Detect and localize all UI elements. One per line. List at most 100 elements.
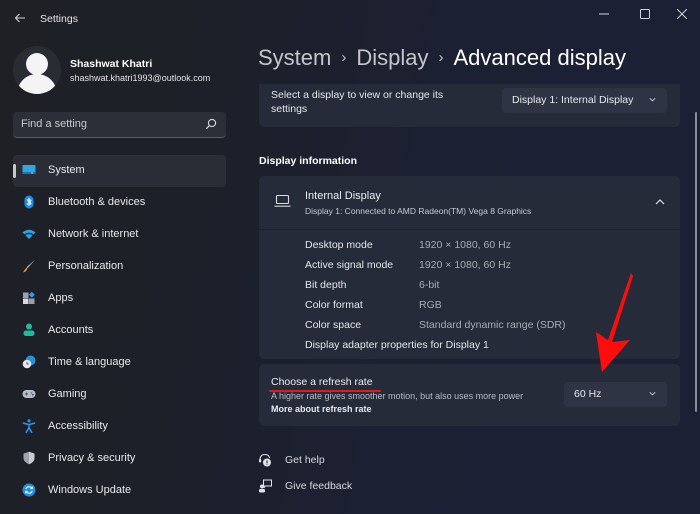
info-row: Active signal mode 1920 × 1080, 60 Hz (305, 256, 665, 276)
maximize-icon (640, 9, 650, 19)
refresh-rate-learn-more-link[interactable]: More about refresh rate (271, 404, 372, 414)
bluetooth-icon (24, 195, 34, 209)
refresh-rate-card: Choose a refresh rate A higher rate give… (259, 364, 680, 426)
profile-email: shashwat.khatri1993@outlook.com (70, 73, 211, 83)
display-info-card: Internal Display Display 1: Connected to… (259, 176, 680, 359)
info-value: Standard dynamic range (SDR) (419, 319, 566, 331)
section-title-display-information: Display information (259, 155, 358, 167)
avatar (13, 46, 61, 94)
give-feedback-label: Give feedback (285, 480, 353, 492)
refresh-rate-title: Choose a refresh rate (271, 376, 373, 388)
search-input[interactable] (21, 118, 201, 130)
select-display-label: Select a display to view or change its s… (271, 89, 444, 115)
sidebar-item-gaming[interactable]: Gaming (13, 379, 226, 411)
sidebar-item-network[interactable]: Network & internet (13, 219, 226, 251)
chevron-down-icon (649, 391, 656, 396)
select-display-card: Select a display to view or change its s… (259, 84, 680, 127)
display-dropdown-value: Display 1: Internal Display (512, 94, 634, 106)
sidebar-item-label: Windows Update (48, 484, 132, 496)
back-button[interactable] (10, 8, 30, 28)
refresh-rate-value: 60 Hz (574, 388, 602, 400)
update-icon (22, 483, 36, 497)
sidebar-item-time-language[interactable]: Time & language (13, 347, 226, 379)
feedback-icon (259, 479, 272, 493)
page-title: Advanced display (453, 45, 626, 70)
info-value: 1920 × 1080, 60 Hz (419, 259, 511, 271)
chevron-down-icon (649, 97, 656, 102)
display-connection: Display 1: Connected to AMD Radeon(TM) V… (305, 206, 532, 216)
info-value: 6-bit (419, 279, 440, 291)
help-icon (259, 453, 271, 467)
scrollbar[interactable] (695, 112, 697, 412)
info-key: Desktop mode (305, 239, 373, 251)
app-title: Settings (40, 13, 78, 25)
breadcrumb-system[interactable]: System (258, 45, 331, 70)
info-value: 1920 × 1080, 60 Hz (419, 239, 511, 251)
display-name: Internal Display (305, 190, 381, 202)
info-row: Display adapter properties for Display 1 (305, 336, 665, 356)
user-profile[interactable]: Shashwat Khatri shashwat.khatri1993@outl… (13, 46, 243, 96)
apps-icon (23, 291, 35, 304)
sidebar-item-accounts[interactable]: Accounts (13, 315, 226, 347)
profile-name: Shashwat Khatri (70, 58, 153, 70)
refresh-rate-description: A higher rate gives smoother motion, but… (271, 391, 524, 401)
display-info-header[interactable]: Internal Display Display 1: Connected to… (259, 176, 680, 230)
sidebar-item-label: Bluetooth & devices (48, 196, 146, 208)
info-key: Color space (305, 319, 362, 331)
settings-window: Settings Shashwat Khatri shashwat.khatri… (0, 0, 700, 514)
sidebar-item-label: Accessibility (48, 420, 108, 432)
breadcrumb-separator: › (438, 49, 444, 66)
display-adapter-properties-link[interactable]: Display adapter properties for Display 1 (305, 339, 489, 351)
sidebar-item-label: Personalization (48, 260, 124, 272)
sidebar-item-apps[interactable]: Apps (13, 283, 226, 315)
accessibility-icon (22, 419, 36, 433)
sidebar-item-accessibility[interactable]: Accessibility (13, 411, 226, 443)
sidebar-item-label: Accounts (48, 324, 94, 336)
sidebar-item-label: System (48, 164, 85, 176)
search-box[interactable] (13, 112, 226, 138)
sidebar-item-label: Gaming (48, 388, 87, 400)
person-icon (23, 323, 35, 336)
close-button[interactable] (667, 4, 697, 24)
sidebar-item-windows-update[interactable]: Windows Update (13, 475, 226, 507)
breadcrumb: System › Display › Advanced display (258, 45, 626, 77)
shield-icon (23, 451, 35, 465)
info-row: Color space Standard dynamic range (SDR) (305, 316, 665, 336)
maximize-button[interactable] (630, 4, 660, 24)
breadcrumb-separator: › (341, 49, 347, 66)
sidebar-item-privacy-security[interactable]: Privacy & security (13, 443, 226, 475)
minimize-icon (599, 13, 609, 15)
display-dropdown[interactable]: Display 1: Internal Display (502, 88, 667, 113)
breadcrumb-display[interactable]: Display (356, 45, 428, 70)
sidebar-item-label: Privacy & security (48, 452, 136, 464)
info-key: Color format (305, 299, 363, 311)
paintbrush-icon (23, 259, 35, 273)
sidebar-item-system[interactable]: System (13, 155, 226, 187)
info-row: Desktop mode 1920 × 1080, 60 Hz (305, 236, 665, 256)
display-info-rows: Desktop mode 1920 × 1080, 60 Hz Active s… (305, 236, 665, 356)
gamepad-icon (22, 390, 36, 398)
info-row: Color format RGB (305, 296, 665, 316)
sidebar-nav: System Bluetooth & devices Network & int… (13, 155, 226, 507)
sidebar-item-label: Network & internet (48, 228, 139, 240)
monitor-icon (22, 165, 36, 174)
get-help-label: Get help (285, 454, 325, 466)
clock-globe-icon (22, 355, 36, 369)
refresh-rate-dropdown[interactable]: 60 Hz (564, 382, 667, 407)
wifi-icon (22, 229, 36, 239)
title-bar: Settings (0, 0, 700, 36)
info-value: RGB (419, 299, 442, 311)
back-arrow-icon (14, 13, 25, 23)
active-indicator (13, 164, 16, 178)
info-row: Bit depth 6-bit (305, 276, 665, 296)
sidebar-item-bluetooth[interactable]: Bluetooth & devices (13, 187, 226, 219)
search-icon[interactable] (205, 118, 217, 130)
minimize-button[interactable] (589, 4, 619, 24)
info-key: Active signal mode (305, 259, 394, 271)
sidebar-item-label: Apps (48, 292, 74, 304)
laptop-icon (274, 194, 291, 207)
info-key: Bit depth (305, 279, 347, 291)
sidebar-item-personalization[interactable]: Personalization (13, 251, 226, 283)
sidebar-item-label: Time & language (48, 356, 131, 368)
chevron-up-icon[interactable] (654, 196, 666, 208)
